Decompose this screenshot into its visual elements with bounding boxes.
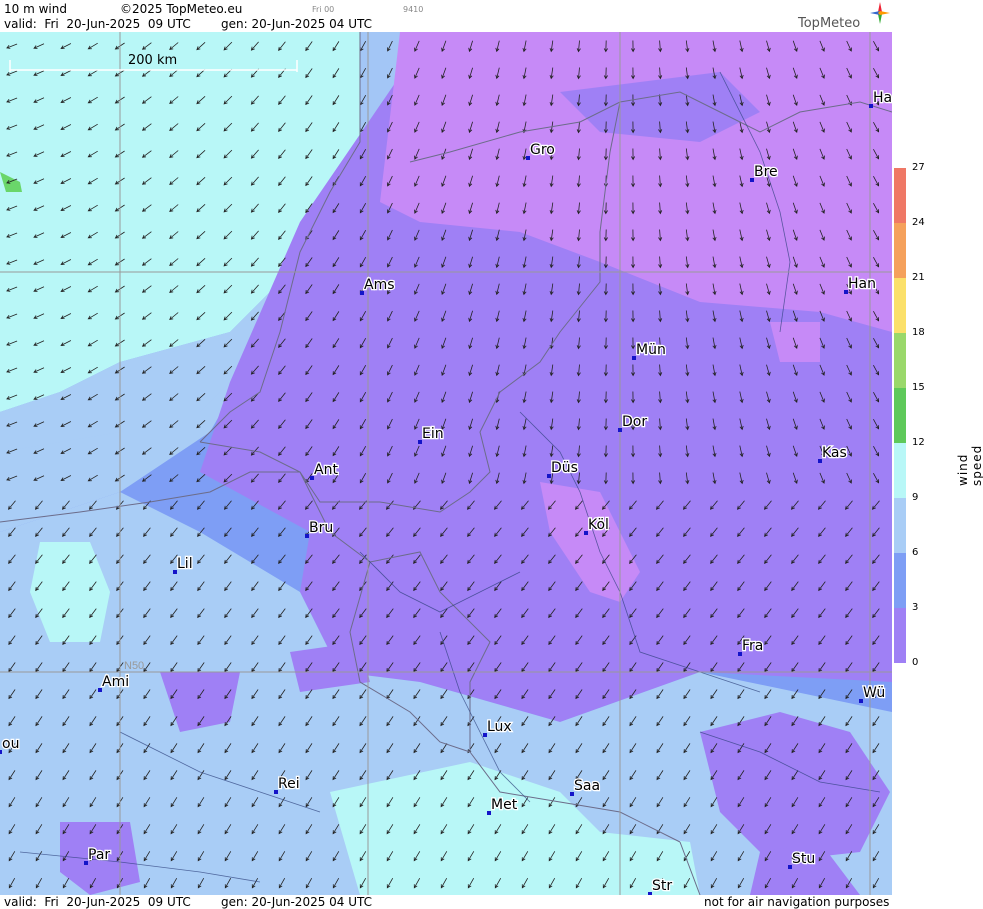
city-label: Ein (422, 426, 444, 442)
legend-color-step (894, 388, 906, 444)
legend-tick-label: 15 (912, 382, 925, 393)
legend-color-bar (894, 168, 906, 663)
city-label: Par (88, 847, 110, 863)
city-label: Saa (574, 778, 600, 794)
city-ant: Ant (310, 461, 340, 480)
footer-gen-time: gen: 20-Jun-2025 04 UTC (221, 895, 373, 909)
city-label: Fra (742, 638, 763, 654)
city-label: Bru (309, 520, 333, 536)
scale-bar-label: 200 km (128, 53, 177, 68)
city-rei: Rei (274, 775, 301, 794)
city-label: ou (2, 736, 19, 752)
latitude-label: N50 (124, 660, 144, 672)
city-düs: Düs (547, 459, 579, 478)
city-wü: Wü (859, 684, 886, 703)
city-han: Han (844, 275, 877, 294)
city-label: Dor (622, 414, 647, 430)
legend-color-step (894, 553, 906, 609)
city-label: Ams (364, 277, 395, 293)
city-label: Köl (588, 517, 609, 533)
topmeteo-logo[interactable]: TopMeteo (798, 2, 890, 31)
city-köl: Köl (584, 516, 610, 535)
city-bre: Bre (750, 163, 779, 182)
city-label: Stu (792, 851, 815, 867)
legend-color-step (894, 333, 906, 389)
logo-text: TopMeteo (798, 16, 861, 31)
city-label: Met (491, 797, 518, 813)
city-label: Wü (863, 685, 885, 701)
legend-color-step (894, 608, 906, 663)
city-label: Lux (487, 719, 512, 735)
city-ha: Ha (869, 89, 892, 108)
wind-map[interactable]: N50 200 km Ha Gro Bre Ams Han Mün Dor Ein Kas Ant… (0, 32, 892, 895)
legend-tick-label: 9 (912, 492, 919, 503)
city-stu: Stu (788, 850, 817, 869)
city-str: Str (648, 877, 674, 895)
city-dor: Dor (618, 413, 649, 432)
city-label: Bre (754, 164, 778, 180)
valid-time: valid: Fri 20-Jun-2025 09 UTC (4, 17, 191, 31)
city-ou: ou (0, 735, 21, 754)
city-label: Kas (822, 445, 847, 461)
city-kas: Kas (818, 444, 848, 463)
legend-tick-label: 24 (912, 217, 925, 228)
city-label: Gro (530, 142, 555, 158)
legend-tick-label: 27 (912, 162, 925, 173)
city-label: Str (652, 878, 672, 894)
legend-tick-label: 3 (912, 602, 919, 613)
city-ein: Ein (418, 425, 445, 444)
small-label-b: 9410 (403, 5, 424, 14)
legend-tick-label: 18 (912, 327, 925, 338)
city-par: Par (84, 846, 112, 865)
color-fill-layer (0, 32, 892, 895)
gen-time: gen: 20-Jun-2025 04 UTC (221, 17, 373, 31)
legend-tick-label: 21 (912, 272, 925, 283)
city-fra: Fra (738, 637, 765, 656)
city-mün: Mün (632, 341, 667, 360)
city-label: Han (848, 276, 876, 292)
city-ami: Ami (98, 673, 130, 692)
product-title: 10 m wind (4, 2, 67, 16)
legend-color-step (894, 278, 906, 334)
footer-valid-time: valid: Fri 20-Jun-2025 09 UTC (4, 895, 191, 909)
disclaimer: not for air navigation purposes (704, 895, 890, 909)
city-ams: Ams (360, 276, 396, 295)
legend-color-step (894, 443, 906, 499)
city-label: Lil (177, 556, 193, 572)
city-label: Rei (278, 776, 300, 792)
city-label: Ha (873, 90, 892, 106)
city-lux: Lux (483, 718, 513, 737)
legend-color-step (894, 498, 906, 554)
legend-title: wind speed [kt] (956, 444, 983, 486)
legend-color-step (894, 168, 906, 224)
copyright: ©2025 TopMeteo.eu (120, 2, 243, 16)
legend-tick-label: 0 (912, 657, 919, 668)
city-met: Met (487, 796, 519, 815)
city-gro: Gro (526, 141, 556, 160)
compass-icon (870, 2, 890, 24)
city-bru: Bru (305, 519, 334, 538)
legend-tick-label: 6 (912, 547, 919, 558)
city-label: Mün (636, 342, 666, 358)
small-label-a: Fri 00 (312, 5, 335, 14)
legend-color-step (894, 223, 906, 279)
city-label: Ami (102, 674, 129, 690)
city-saa: Saa (570, 777, 601, 796)
city-label: Düs (551, 460, 578, 476)
city-label: Ant (314, 462, 338, 478)
legend-tick-label: 12 (912, 437, 925, 448)
